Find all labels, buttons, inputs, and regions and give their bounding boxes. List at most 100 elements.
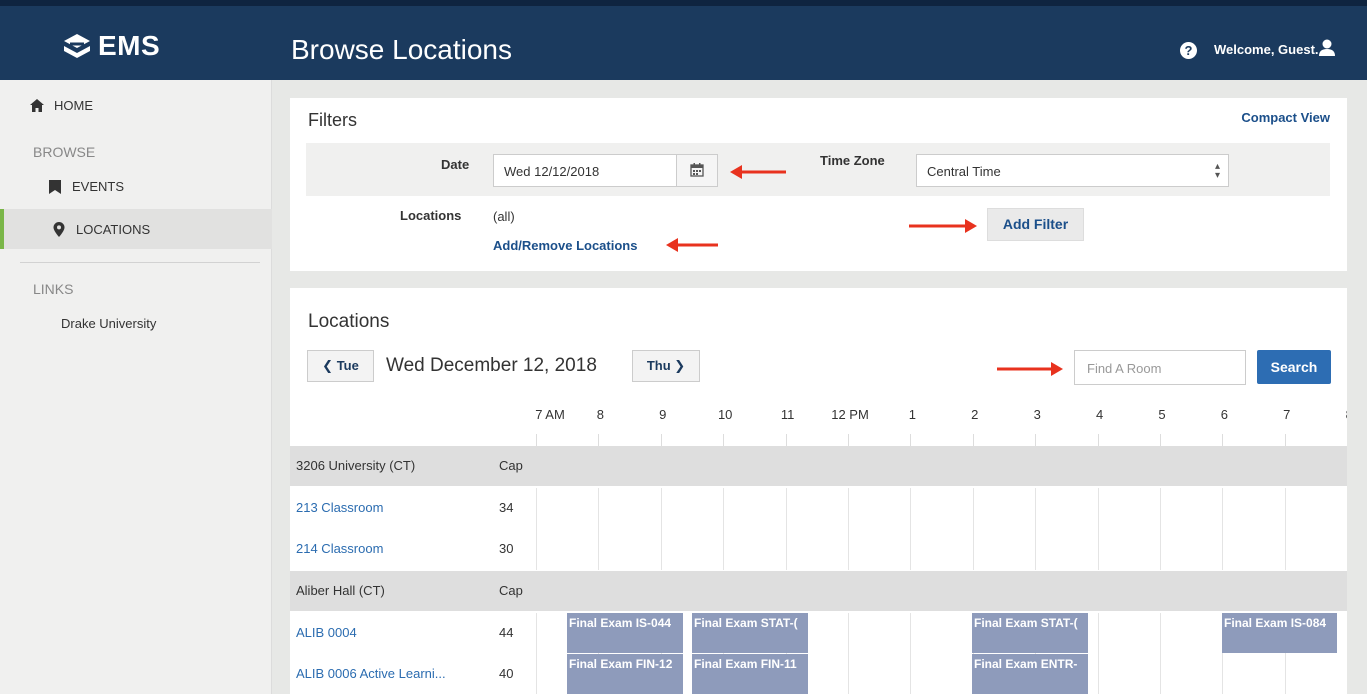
annotation-arrow-add-filter bbox=[909, 219, 977, 233]
room-link-alib-0004[interactable]: ALIB 0004 bbox=[296, 625, 357, 640]
locations-value: (all) bbox=[493, 209, 515, 224]
filters-panel: Filters Compact View Date Wed 12/12/2018… bbox=[290, 98, 1347, 271]
timeline-hour-label: 7 bbox=[1283, 407, 1291, 422]
timeline-grid-line bbox=[723, 488, 725, 570]
previous-day-label: Tue bbox=[336, 358, 359, 373]
current-date: Wed December 12, 2018 bbox=[386, 355, 597, 376]
timeline-hour-label: 9 bbox=[659, 407, 667, 422]
date-label: Date bbox=[441, 157, 470, 172]
cap-header: Cap bbox=[499, 458, 523, 473]
timeline-grid-line bbox=[1222, 488, 1224, 570]
timeline-grid-line bbox=[1097, 488, 1099, 570]
room-link-213-classroom[interactable]: 213 Classroom bbox=[296, 500, 383, 515]
event-block[interactable]: Final Exam ENTR- bbox=[972, 654, 1088, 694]
timeline-tick bbox=[848, 434, 849, 446]
timeline-grid-line bbox=[848, 488, 849, 570]
timeline-tick bbox=[1035, 434, 1037, 446]
logo-text: EMS bbox=[98, 30, 161, 61]
timeline-grid-line bbox=[848, 613, 849, 694]
timeline-grid-line bbox=[1160, 613, 1161, 694]
timeline-hour-label: 5 bbox=[1158, 407, 1166, 422]
calendar-button[interactable] bbox=[676, 154, 718, 187]
room-row-214-classroom: 214 Classroom 30 bbox=[290, 529, 1347, 569]
chevron-left-icon: ❮ bbox=[322, 358, 334, 373]
room-link-alib-0006[interactable]: ALIB 0006 Active Learni... bbox=[296, 666, 446, 681]
sidebar-divider bbox=[20, 262, 260, 263]
welcome-text[interactable]: Welcome, Guest. bbox=[1214, 42, 1319, 57]
sidebar-item-locations[interactable]: LOCATIONS bbox=[0, 209, 272, 249]
timeline-hour-label: 2 bbox=[971, 407, 979, 422]
sidebar-browse-heading: BROWSE bbox=[33, 144, 96, 160]
home-icon bbox=[30, 99, 44, 112]
timezone-select[interactable]: Central Time ▴ ▾ bbox=[916, 154, 1229, 187]
timeline-hour-label: 4 bbox=[1095, 407, 1104, 422]
event-block[interactable]: Final Exam FIN-11 bbox=[692, 654, 808, 694]
timeline-tick bbox=[910, 434, 912, 446]
event-block[interactable]: Final Exam IS-084 bbox=[1222, 613, 1337, 653]
event-block[interactable]: Final Exam FIN-12 bbox=[567, 654, 683, 694]
group-name: 3206 University (CT) bbox=[296, 458, 416, 473]
sidebar-item-home[interactable]: HOME bbox=[30, 98, 93, 113]
sidebar-item-label: LOCATIONS bbox=[76, 221, 151, 237]
add-filter-button[interactable]: Add Filter bbox=[987, 208, 1084, 241]
timeline-grid-line bbox=[1035, 488, 1037, 570]
timeline-hour-label: 12 PM bbox=[831, 407, 869, 422]
next-day-label: Thu bbox=[646, 358, 671, 373]
help-icon[interactable]: ? bbox=[1180, 42, 1197, 59]
timeline-tick bbox=[723, 434, 725, 446]
timezone-value: Central Time bbox=[927, 164, 1001, 179]
top-bar: EMS Browse Locations ? Welcome, Guest. bbox=[0, 0, 1367, 80]
timeline-hour-label: 6 bbox=[1220, 407, 1229, 422]
sidebar-link-drake-university[interactable]: Drake University bbox=[61, 316, 156, 331]
locations-title: Locations bbox=[308, 311, 390, 332]
timeline-hour-label: 1 bbox=[908, 407, 917, 422]
timeline-grid-line bbox=[910, 488, 912, 570]
timeline-hour-label: 8 bbox=[596, 407, 605, 422]
locations-label: Locations bbox=[400, 208, 462, 223]
room-capacity: 30 bbox=[499, 541, 514, 556]
annotation-arrow-find-room bbox=[997, 362, 1063, 376]
compact-view-link[interactable]: Compact View bbox=[1241, 110, 1330, 125]
search-button[interactable]: Search bbox=[1257, 350, 1331, 384]
group-row-3206-university: 3206 University (CT) Cap bbox=[290, 446, 1347, 486]
date-field[interactable]: Wed 12/12/2018 bbox=[493, 154, 679, 187]
previous-day-button[interactable]: ❮ Tue bbox=[307, 350, 374, 382]
select-caret-icon: ▴ ▾ bbox=[1214, 161, 1220, 181]
find-room-input[interactable]: Find A Room bbox=[1074, 350, 1246, 385]
timeline-tick bbox=[536, 434, 537, 446]
timeline-hour-label: 7 AM bbox=[535, 407, 565, 422]
ems-logo-icon bbox=[64, 34, 90, 58]
room-capacity: 34 bbox=[499, 500, 514, 515]
timeline-hour-label: 10 bbox=[717, 407, 733, 422]
chevron-right-icon: ❯ bbox=[674, 358, 686, 373]
sidebar-item-label: HOME bbox=[54, 98, 93, 113]
annotation-arrow-date bbox=[730, 165, 786, 179]
sidebar-item-events[interactable]: EVENTS bbox=[48, 179, 124, 194]
add-remove-locations-link[interactable]: Add/Remove Locations bbox=[493, 238, 637, 253]
calendar-icon bbox=[690, 163, 704, 177]
event-block[interactable]: Final Exam STAT-( bbox=[692, 613, 808, 653]
timeline-hour-label: 11 bbox=[780, 407, 795, 422]
next-day-button[interactable]: Thu ❯ bbox=[632, 350, 700, 382]
event-block[interactable]: Final Exam STAT-( bbox=[972, 613, 1088, 653]
timeline-hour-label: 3 bbox=[1033, 407, 1041, 422]
room-capacity: 44 bbox=[499, 625, 514, 640]
room-row-213-classroom: 213 Classroom 34 bbox=[290, 488, 1347, 528]
ems-logo[interactable]: EMS bbox=[62, 26, 160, 66]
sidebar-item-label: EVENTS bbox=[72, 179, 125, 194]
timeline-hour-label: 8 bbox=[1346, 407, 1347, 422]
timeline-grid-line bbox=[536, 613, 537, 694]
group-name: Aliber Hall (CT) bbox=[296, 583, 385, 598]
filters-title: Filters bbox=[308, 110, 357, 130]
timeline-grid-line bbox=[598, 488, 600, 570]
map-marker-icon bbox=[53, 221, 65, 237]
user-icon[interactable] bbox=[1318, 39, 1336, 57]
timeline-grid-line bbox=[660, 488, 662, 570]
timeline-tick bbox=[972, 434, 974, 446]
room-link-214-classroom[interactable]: 214 Classroom bbox=[296, 541, 383, 556]
sidebar: HOME BROWSE EVENTS LOCATIONS LINKS Drake… bbox=[0, 80, 272, 694]
page-title: Browse Locations bbox=[291, 34, 513, 65]
timeline-grid-line bbox=[910, 613, 912, 694]
timeline-grid-line bbox=[1160, 488, 1161, 570]
event-block[interactable]: Final Exam IS-044 bbox=[567, 613, 683, 653]
